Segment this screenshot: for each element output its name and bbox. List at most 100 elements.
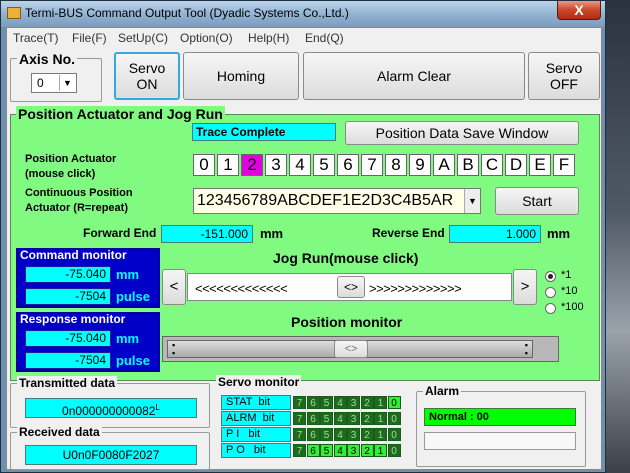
command-monitor-title: Command monitor — [20, 248, 127, 262]
servo-bit: 4 — [333, 396, 347, 409]
servo-bit: 5 — [320, 428, 333, 441]
servo-bit: 0 — [387, 444, 401, 457]
track-end-left-icon: ▪ ▪ — [172, 340, 176, 358]
response-mm-value: -75.040 — [25, 330, 111, 347]
chevron-down-icon: ▼ — [464, 189, 480, 213]
start-button[interactable]: Start — [495, 187, 579, 215]
jog-center-thumb[interactable]: <> — [337, 276, 365, 298]
hex-button-3[interactable]: 3 — [265, 154, 287, 176]
transmitted-group: Transmitted data 0n000000000082L — [10, 376, 210, 428]
command-mm-value: -75.040 — [25, 266, 111, 283]
hex-button-f[interactable]: F — [553, 154, 575, 176]
reverse-end-unit: mm — [547, 226, 571, 241]
received-title: Received data — [17, 425, 102, 439]
servo-bit: 6 — [306, 444, 320, 457]
servo-on-button[interactable]: Servo ON — [114, 52, 180, 100]
jog-left-button[interactable]: < — [162, 269, 186, 305]
position-panel-title: Position Actuator and Jog Run — [16, 106, 225, 122]
transmitted-suffix: L — [155, 403, 160, 412]
servo-bit: 3 — [347, 444, 360, 457]
hex-button-0[interactable]: 0 — [193, 154, 215, 176]
hex-button-6[interactable]: 6 — [337, 154, 359, 176]
command-pulse-value: -7504 — [25, 288, 111, 305]
trace-status: Trace Complete — [192, 123, 336, 141]
forward-end-value: -151.000 — [161, 225, 253, 243]
servo-bit: 7 — [293, 444, 306, 457]
reverse-end-value: 1.000 — [449, 225, 541, 243]
position-save-window-button[interactable]: Position Data Save Window — [345, 121, 579, 145]
servo-bit: 2 — [360, 396, 374, 409]
hex-button-5[interactable]: 5 — [313, 154, 335, 176]
scale-radio-x100[interactable] — [545, 303, 556, 314]
command-monitor: Command monitor -75.040 mm -7504 pulse — [16, 248, 160, 308]
axis-value: 0 — [37, 76, 44, 90]
hex-button-4[interactable]: 4 — [289, 154, 311, 176]
jog-slider-track: <<<<<<<<<<<<< <> >>>>>>>>>>>>> — [187, 273, 512, 301]
jog-right-button[interactable]: > — [513, 269, 537, 305]
continuous-label-1: Continuous Position — [25, 187, 133, 199]
continuous-position-select[interactable]: 123456789ABCDEF1E2D3C4B5AR ▼ — [193, 188, 481, 214]
servo-bit: 0 — [387, 412, 401, 425]
menu-end[interactable]: End(Q) — [305, 31, 344, 45]
homing-button[interactable]: Homing — [183, 52, 299, 100]
servo-row-label: P I bit — [221, 427, 291, 442]
hex-button-b[interactable]: B — [457, 154, 479, 176]
hex-button-a[interactable]: A — [433, 154, 455, 176]
command-pulse-unit: pulse — [116, 289, 150, 304]
hex-button-e[interactable]: E — [529, 154, 551, 176]
servo-bit: 0 — [387, 428, 401, 441]
actuator-label-2: (mouse click) — [25, 168, 96, 180]
hex-button-row: 0123456789ABCDEF — [193, 154, 579, 176]
servo-bit: 5 — [320, 444, 333, 457]
menu-file[interactable]: File(F) — [72, 31, 107, 45]
response-mm-unit: mm — [116, 331, 140, 346]
axis-group: Axis No. 0 ▼ — [10, 51, 102, 102]
window-title: Termi-BUS Command Output Tool (Dyadic Sy… — [25, 6, 349, 20]
continuous-position-value: 123456789ABCDEF1E2D3C4B5AR — [197, 192, 454, 209]
servo-off-button[interactable]: Servo OFF — [528, 52, 600, 100]
app-window: Termi-BUS Command Output Tool (Dyadic Sy… — [0, 0, 606, 473]
hex-button-1[interactable]: 1 — [217, 154, 239, 176]
servo-bit: 3 — [347, 412, 360, 425]
position-monitor-thumb: <> — [334, 340, 368, 358]
alarm-clear-button[interactable]: Alarm Clear — [303, 52, 525, 100]
axis-select[interactable]: 0 ▼ — [31, 73, 77, 93]
scale-radio-x10[interactable] — [545, 287, 556, 298]
servo-bit: 7 — [293, 412, 306, 425]
response-pulse-value: -7504 — [25, 352, 111, 369]
scale-label: *100 — [561, 301, 584, 313]
hex-button-d[interactable]: D — [505, 154, 527, 176]
transmitted-text: 0n000000000082 — [62, 404, 156, 418]
received-group: Received data U0n0F0080F2027 — [10, 425, 210, 470]
hex-button-9[interactable]: 9 — [409, 154, 431, 176]
servo-monitor-group: Servo monitor STAT bit 7 6 5 4 3 2 1 0 ALRM bit 7 6… — [214, 375, 411, 470]
transmitted-title: Transmitted data — [17, 376, 118, 390]
servo-bit: 2 — [360, 428, 374, 441]
menu-option[interactable]: Option(O) — [180, 31, 233, 45]
menu-setup[interactable]: SetUp(C) — [118, 31, 168, 45]
close-button[interactable]: X — [557, 1, 601, 20]
hex-button-8[interactable]: 8 — [385, 154, 407, 176]
jog-left-arrows: <<<<<<<<<<<<< — [195, 281, 288, 296]
response-pulse-unit: pulse — [116, 353, 150, 368]
transmitted-value: 0n000000000082L — [25, 398, 197, 418]
scale-radio-x1[interactable] — [545, 271, 556, 282]
menu-help[interactable]: Help(H) — [248, 31, 289, 45]
servo-bit: 6 — [306, 428, 320, 441]
app-icon — [7, 7, 21, 19]
hex-button-7[interactable]: 7 — [361, 154, 383, 176]
response-monitor-title: Response monitor — [20, 312, 126, 326]
hex-button-2[interactable]: 2 — [241, 154, 263, 176]
servo-on-line2: ON — [136, 76, 158, 92]
servo-bit: 1 — [374, 428, 387, 441]
servo-bit: 1 — [374, 412, 387, 425]
chevron-down-icon: ▼ — [59, 75, 75, 91]
position-monitor-track: ▪ ▪ ▪ ▪ <> — [167, 340, 533, 358]
servo-bit: 5 — [320, 412, 333, 425]
menu-trace[interactable]: Trace(T) — [13, 31, 59, 45]
alarm-status: Normal : 00 — [424, 408, 576, 426]
servo-monitor-bits: STAT bit 7 6 5 4 3 2 1 0 ALRM bit 7 6 5 4 3 2 1 0 P I bit 7… — [221, 395, 411, 467]
servo-bit: 7 — [293, 428, 306, 441]
hex-button-c[interactable]: C — [481, 154, 503, 176]
jog-right-arrows: >>>>>>>>>>>>> — [369, 281, 462, 296]
